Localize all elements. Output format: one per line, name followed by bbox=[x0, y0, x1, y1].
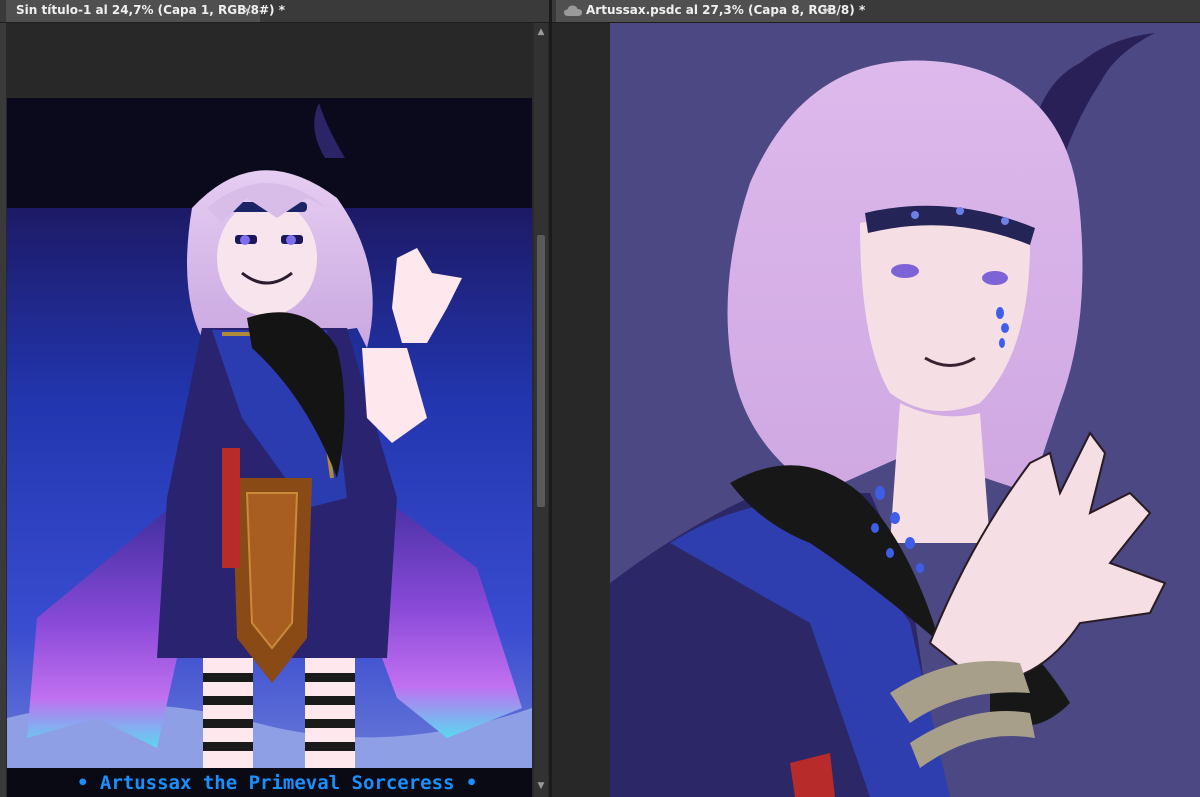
cloud-icon bbox=[564, 5, 582, 16]
left-artwork bbox=[7, 98, 532, 797]
artwork-caption: • Artussax the Primeval Sorceress • bbox=[77, 772, 478, 794]
scroll-down-icon[interactable]: ▼ bbox=[536, 781, 546, 791]
left-pane-border bbox=[0, 23, 6, 797]
tab-sin-titulo[interactable]: Sin título-1 al 24,7% (Capa 1, RGB/8#) *… bbox=[6, 0, 285, 22]
close-icon[interactable]: × bbox=[242, 0, 252, 20]
right-artwork-canvas[interactable] bbox=[610, 23, 1200, 797]
scroll-thumb[interactable] bbox=[537, 235, 545, 507]
close-icon[interactable]: × bbox=[822, 0, 832, 20]
right-artwork bbox=[610, 23, 1200, 797]
tab-artussax[interactable]: Artussax.psdc al 27,3% (Capa 8, RGB/8) *… bbox=[556, 0, 865, 22]
left-vertical-scrollbar[interactable]: ▲ ▼ bbox=[534, 23, 548, 797]
scroll-up-icon[interactable]: ▲ bbox=[536, 27, 546, 37]
left-artwork-canvas[interactable]: • Artussax the Primeval Sorceress • bbox=[7, 98, 532, 797]
